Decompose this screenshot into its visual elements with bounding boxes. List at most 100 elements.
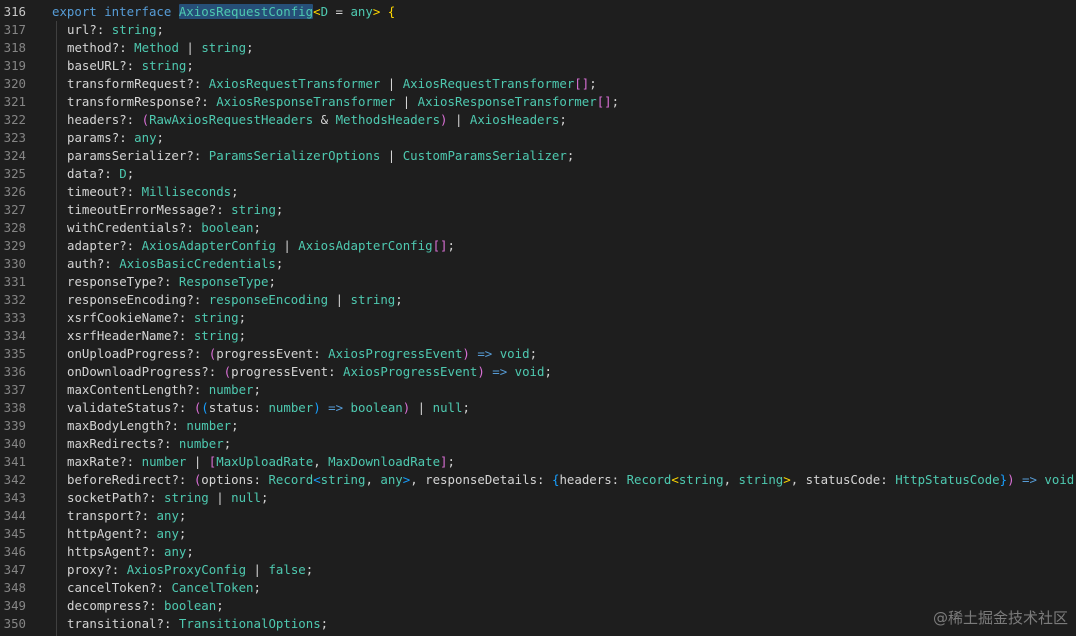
code-token: ; [529,346,538,361]
code-token: ?: [178,220,202,235]
code-line[interactable]: 343 socketPath?: string | null; [0,489,1076,507]
code-token: ?: [111,130,135,145]
code-text: responseType?: ResponseType; [67,273,276,291]
code-token: socketPath [67,490,142,505]
code-token: number [178,436,224,451]
line-number: 341 [3,454,26,469]
code-token: export [52,4,105,19]
code-token: ?: [171,310,194,325]
code-token: ; [589,76,597,91]
code-line[interactable]: 331 responseType?: ResponseType; [0,273,1076,291]
code-token: string [193,310,239,325]
code-text: paramsSerializer?: ParamsSerializerOptio… [67,147,574,165]
code-token: maxRate [67,454,120,469]
code-token: ) [1007,472,1015,487]
code-line[interactable]: 333 xsrfCookieName?: string; [0,309,1076,327]
code-token: ; [566,148,575,163]
code-token: | [208,490,232,505]
code-line[interactable]: 321 transformResponse?: AxiosResponseTran… [0,93,1076,111]
code-editor[interactable]: 316 export interface AxiosRequestConfig<D… [0,3,1076,633]
code-token: CancelToken [171,580,254,595]
code-line[interactable]: 337 maxContentLength?: number; [0,381,1076,399]
code-token: : [611,472,627,487]
code-token: void [499,346,530,361]
code-token: ; [156,22,165,37]
code-token: ?: [201,364,224,379]
code-token: : [328,364,344,379]
code-line[interactable]: 344 transport?: any; [0,507,1076,525]
code-line[interactable]: 319 baseURL?: string; [0,57,1076,75]
line-number: 343 [3,490,26,505]
code-token: transport [67,508,135,523]
code-token: paramsSerializer [67,148,187,163]
code-line[interactable]: 332 responseEncoding?: responseEncoding |… [0,291,1076,309]
code-token: boolean [350,400,403,415]
code-line[interactable]: 346 httpsAgent?: any; [0,543,1076,561]
code-line[interactable]: 325 data?: D; [0,165,1076,183]
code-token: D [119,166,127,181]
code-token: ) [462,346,470,361]
code-text: transformResponse?: AxiosResponseTransfo… [67,93,619,111]
code-token: ) [477,364,485,379]
code-token: xsrfCookieName [67,310,172,325]
code-token: status [208,400,254,415]
code-token: ; [268,274,276,289]
code-line[interactable]: 323 params?: any; [0,129,1076,147]
code-token: xsrfHeaderName [67,328,172,343]
code-line[interactable]: 334 xsrfHeaderName?: string; [0,327,1076,345]
code-token: AxiosProgressEvent [343,364,478,379]
code-token: => [469,346,500,361]
line-number: 350 [3,616,26,631]
code-line[interactable]: 330 auth?: AxiosBasicCredentials; [0,255,1076,273]
code-line[interactable]: 324 paramsSerializer?: ParamsSerializerOp… [0,147,1076,165]
code-token: Record [626,472,672,487]
code-token: | [328,292,351,307]
code-line[interactable]: 336 onDownloadProgress?: (progressEvent: … [0,363,1076,381]
code-line[interactable]: 340 maxRedirects?: number; [0,435,1076,453]
line-number: 338 [3,400,26,415]
code-line[interactable]: 329 adapter?: AxiosAdapterConfig | AxiosA… [0,237,1076,255]
code-token: ?: [104,562,127,577]
code-token: void [514,364,545,379]
code-line[interactable]: 327 timeoutErrorMessage?: string; [0,201,1076,219]
code-token: any [380,472,403,487]
code-token: responseEncoding [67,292,187,307]
code-token: ?: [119,238,142,253]
line-number: 337 [3,382,26,397]
code-line[interactable]: 318 method?: Method | string; [0,39,1076,57]
code-token: { [380,4,396,19]
code-line[interactable]: 350 transitional?: TransitionalOptions; [0,615,1076,633]
line-number: 345 [3,526,26,541]
code-line[interactable]: 338 validateStatus?: ((status: number) =>… [0,399,1076,417]
code-text: export interface AxiosRequestConfig<D = … [52,3,395,21]
code-token: AxiosRequestTransformer [208,76,381,91]
code-line[interactable]: 322 headers?: (RawAxiosRequestHeaders & M… [0,111,1076,129]
code-line[interactable]: 326 timeout?: Milliseconds; [0,183,1076,201]
code-line[interactable]: 339 maxBodyLength?: number; [0,417,1076,435]
code-line[interactable]: 341 maxRate?: number | [MaxUploadRate, Ma… [0,453,1076,471]
code-line[interactable]: 320 transformRequest?: AxiosRequestTransf… [0,75,1076,93]
code-line[interactable]: 335 onUploadProgress?: (progressEvent: Ax… [0,345,1076,363]
code-line[interactable]: 348 cancelToken?: CancelToken; [0,579,1076,597]
line-number: 329 [3,238,26,253]
code-token: ?: [186,382,209,397]
code-token: ; [253,382,261,397]
code-line[interactable]: 342 beforeRedirect?: (options: Record<str… [0,471,1076,489]
code-line[interactable]: 316 export interface AxiosRequestConfig<D… [0,3,1076,21]
code-token: , [790,472,806,487]
code-token: string [164,490,209,505]
code-token: ; [253,580,261,595]
code-line[interactable]: 349 decompress?: boolean; [0,597,1076,615]
code-line[interactable]: 317 url?: string; [0,21,1076,39]
code-line[interactable]: 345 httpAgent?: any; [0,525,1076,543]
code-token: string [201,40,247,55]
code-line[interactable]: 347 proxy?: AxiosProxyConfig | false; [0,561,1076,579]
code-token: ?: [186,76,209,91]
line-number: 327 [3,202,26,217]
code-line[interactable]: 328 withCredentials?: boolean; [0,219,1076,237]
code-token: ; [275,202,284,217]
line-number: 331 [3,274,26,289]
code-token: ) [440,112,448,127]
code-token: : [253,400,269,415]
line-number: 325 [3,166,26,181]
